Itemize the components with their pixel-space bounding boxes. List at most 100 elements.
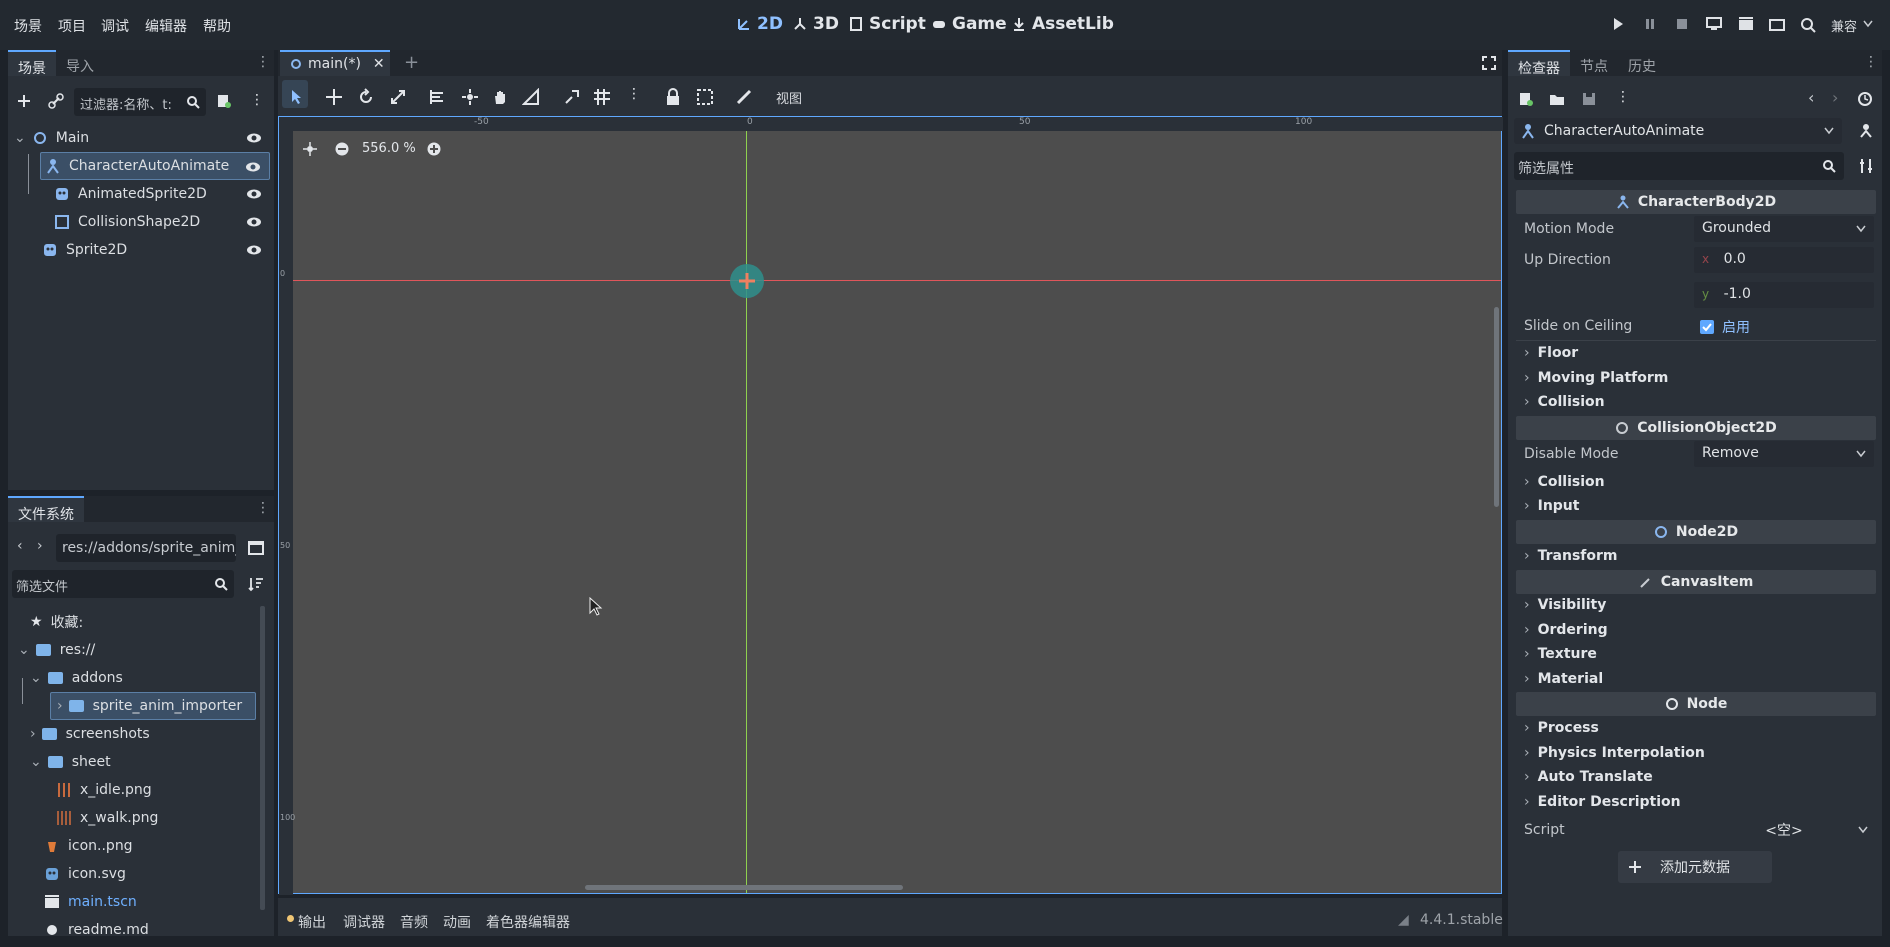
bone-icon[interactable]	[735, 88, 753, 106]
scene-dock-menu-icon[interactable]: ⋮	[256, 54, 270, 70]
ruler-icon[interactable]	[522, 88, 540, 106]
add-metadata-button[interactable]: 添加元数据	[1618, 851, 1772, 883]
horizontal-scrollbar[interactable]	[585, 885, 903, 890]
pan-hand-icon[interactable]	[491, 88, 509, 106]
visibility-eye-icon[interactable]	[246, 242, 262, 258]
renderer-select[interactable]: 兼容	[1831, 16, 1857, 35]
tree-node-collisionshape2d[interactable]: CollisionShape2D	[54, 208, 270, 236]
rotate-icon[interactable]	[357, 88, 375, 106]
remote-debug-icon[interactable]	[1706, 17, 1722, 31]
menu-project[interactable]: 项目	[58, 16, 86, 36]
new-resource-icon[interactable]	[1518, 91, 1534, 107]
attach-script-icon[interactable]	[216, 93, 232, 109]
pivot-icon[interactable]	[461, 88, 479, 106]
tab-main-scene[interactable]: main(*) ✕	[280, 50, 390, 76]
history-forward-icon[interactable]: ›	[1832, 88, 1838, 107]
lock-icon[interactable]	[664, 88, 682, 106]
tab-inspector[interactable]: 检查器	[1508, 50, 1570, 77]
filesystem-scrollbar[interactable]	[260, 606, 265, 910]
fs-item-x-walk[interactable]: x_walk.png	[56, 804, 158, 832]
workspace-script-button[interactable]: Script	[849, 14, 926, 34]
prop-disable-mode-select[interactable]: Remove	[1694, 441, 1874, 467]
toggle-split-icon[interactable]	[248, 541, 264, 555]
tab-filesystem[interactable]: 文件系统	[8, 496, 84, 523]
section-editor-description[interactable]: Editor Description	[1524, 794, 1681, 810]
add-tab-icon[interactable]: +	[404, 52, 419, 73]
fs-item-icon-svg[interactable]: icon.svg	[44, 860, 126, 888]
bottom-tab-shader-editor[interactable]: 着色器编辑器	[486, 912, 570, 932]
smart-snap-icon[interactable]	[563, 88, 581, 106]
fs-item-main-tscn[interactable]: main.tscn	[44, 888, 137, 916]
menu-debug[interactable]: 调试	[101, 16, 129, 36]
section-input[interactable]: Input	[1524, 498, 1580, 514]
fs-item-screenshots[interactable]: › screenshots	[30, 720, 150, 748]
scene-filter-input[interactable]: 过滤器:名称、t:	[74, 88, 206, 116]
menu-editor[interactable]: 编辑器	[145, 16, 187, 36]
workspace-2d-button[interactable]: 2D	[737, 14, 783, 34]
tree-node-main[interactable]: ⌄ Main	[14, 124, 270, 152]
tree-node-characterautoanimate[interactable]: CharacterAutoAnimate	[40, 152, 270, 180]
tab-node[interactable]: 节点	[1570, 50, 1618, 76]
prop-motion-mode-select[interactable]: Grounded	[1694, 216, 1874, 242]
section-floor[interactable]: Floor	[1524, 345, 1579, 361]
section-physics-interpolation[interactable]: Physics Interpolation	[1524, 745, 1705, 761]
movie-maker-icon[interactable]	[1800, 17, 1816, 33]
section-ordering[interactable]: Ordering	[1524, 622, 1608, 638]
inspector-tools-icon[interactable]	[1858, 158, 1874, 174]
viewport-2d[interactable]: -50 0 50 100 0 50 100 556.0 %	[278, 116, 1503, 895]
workspace-assetlib-button[interactable]: AssetLib	[1012, 14, 1114, 34]
sort-icon[interactable]	[248, 576, 264, 592]
section-process[interactable]: Process	[1524, 720, 1599, 736]
tree-node-sprite2d[interactable]: Sprite2D	[42, 236, 270, 264]
tree-node-animatedsprite2d[interactable]: AnimatedSprite2D	[54, 180, 270, 208]
bottom-tab-output[interactable]: 输出	[298, 912, 326, 932]
history-back-icon[interactable]: ‹	[1808, 88, 1814, 107]
vertical-scrollbar[interactable]	[1494, 307, 1499, 507]
pause-icon[interactable]	[1643, 17, 1657, 31]
inspector-dock-menu-icon[interactable]: ⋮	[1864, 54, 1878, 70]
object-selector[interactable]: CharacterAutoAnimate	[1514, 118, 1842, 144]
open-folder-icon[interactable]	[1549, 91, 1565, 107]
prop-up-direction-y[interactable]: y -1.0	[1694, 282, 1874, 308]
fs-item-addons[interactable]: ⌄ addons	[30, 664, 123, 692]
link-icon[interactable]	[48, 93, 64, 109]
inspector-options-icon[interactable]: ⋮	[1616, 89, 1630, 105]
view-menu[interactable]: 视图	[776, 88, 802, 107]
prop-slide-on-ceiling-checkbox[interactable]: 启用	[1700, 317, 1750, 337]
back-icon[interactable]: ‹	[17, 538, 23, 554]
prop-script-picker[interactable]: <空>	[1694, 816, 1874, 844]
fs-item-x-idle[interactable]: x_idle.png	[56, 776, 152, 804]
scene-options-icon[interactable]: ⋮	[250, 92, 264, 108]
section-collision[interactable]: Collision	[1524, 474, 1605, 490]
character-node-gizmo[interactable]	[729, 263, 765, 299]
filesystem-dock-menu-icon[interactable]: ⋮	[256, 500, 270, 516]
stop-icon[interactable]	[1675, 17, 1689, 31]
play-scene-icon[interactable]	[1738, 17, 1754, 31]
workspace-game-button[interactable]: Game	[932, 14, 1007, 34]
filesystem-filter-input[interactable]: 筛选文件	[12, 570, 234, 598]
add-node-icon[interactable]	[16, 93, 32, 109]
snap-options-icon[interactable]: ⋮	[627, 86, 641, 102]
section-visibility[interactable]: Visibility	[1524, 597, 1607, 613]
fs-item-res-root[interactable]: ⌄ res://	[18, 636, 95, 664]
object-history-icon[interactable]	[1857, 91, 1873, 107]
menu-scene[interactable]: 场景	[14, 16, 42, 36]
tab-import[interactable]: 导入	[56, 50, 104, 76]
save-icon[interactable]	[1581, 91, 1597, 107]
filesystem-path-input[interactable]: res://addons/sprite_anim_	[56, 534, 236, 562]
node-info-icon[interactable]	[1858, 122, 1874, 138]
grid-snap-icon[interactable]	[593, 88, 611, 106]
zoom-in-icon[interactable]	[427, 142, 441, 156]
center-view-icon[interactable]	[303, 142, 317, 156]
section-material[interactable]: Material	[1524, 671, 1604, 687]
visibility-eye-icon[interactable]	[245, 159, 261, 175]
visibility-eye-icon[interactable]	[246, 130, 262, 146]
tab-scene[interactable]: 场景	[8, 50, 56, 77]
close-icon[interactable]: ✕	[373, 56, 385, 72]
fs-item-readme[interactable]: readme.md	[44, 916, 149, 936]
zoom-level[interactable]: 556.0 %	[362, 141, 416, 156]
play-custom-scene-icon[interactable]	[1769, 17, 1785, 31]
menu-help[interactable]: 帮助	[203, 16, 231, 36]
bottom-tab-animation[interactable]: 动画	[443, 912, 471, 932]
bottom-tab-debugger[interactable]: 调试器	[343, 912, 385, 932]
